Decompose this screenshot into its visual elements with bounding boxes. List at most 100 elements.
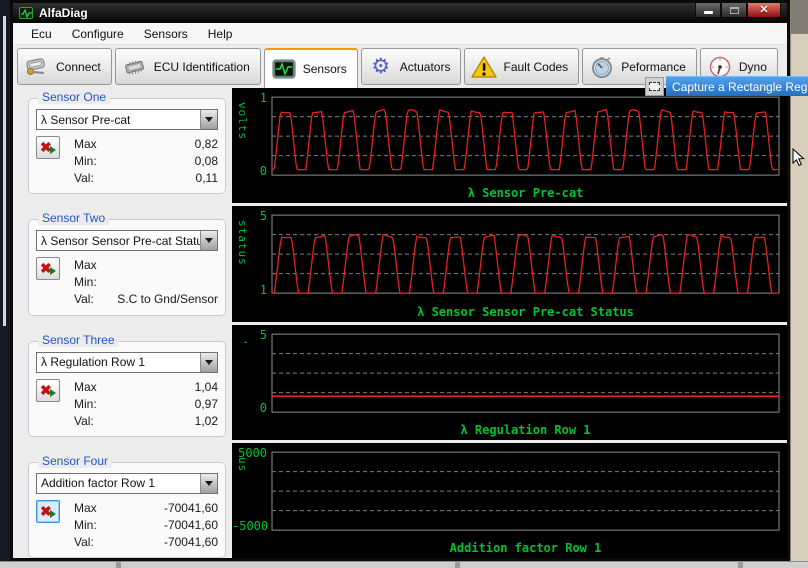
sensor-four-select[interactable]: Addition factor Row 1 — [36, 472, 218, 494]
mouse-cursor — [792, 148, 805, 167]
min-row: Min: 0,97 — [74, 396, 218, 411]
ecu-identification-label: ECU Identification — [153, 59, 250, 74]
max-value: -70041,60 — [163, 500, 218, 515]
chevron-down-icon[interactable] — [200, 231, 217, 251]
minimize-button[interactable] — [695, 3, 721, 18]
min-row: Min: -70041,60 — [74, 517, 218, 532]
actuators-label: Actuators — [399, 59, 451, 74]
min-value: 0,08 — [194, 154, 218, 168]
titlebar[interactable]: AlfaDiag ✕ — [13, 3, 787, 23]
reset-arrow-icon — [50, 509, 56, 518]
chart-lambda-regulation: 5 0 ' λ Regulation Row 1 — [232, 324, 787, 440]
menu-help[interactable]: Help — [198, 24, 243, 44]
actuators-button[interactable]: ⚙ Actuators — [360, 48, 462, 85]
reset-arrow-icon — [50, 267, 56, 276]
sensors-tab-active[interactable]: Sensors — [263, 48, 358, 88]
background-window-edge-left — [0, 0, 10, 568]
sensor-one-group: Sensor One λ Sensor Pre-cat ✖ Max 0,82 M… — [28, 90, 226, 195]
chart-title: λ Regulation Row 1 — [460, 422, 591, 437]
y-axis-label: status — [236, 220, 249, 266]
sensor-two-reset-button[interactable]: ✖ — [36, 257, 60, 281]
val-row: Val: S.C to Gnd/Sensor — [74, 292, 218, 307]
max-value: 0,82 — [194, 137, 218, 151]
chart-title: λ Sensor Sensor Pre-cat Status — [417, 304, 634, 319]
fault-codes-button[interactable]: Fault Codes — [464, 48, 580, 85]
sensor-one-title: Sensor One — [38, 90, 111, 104]
y-axis-label: ' — [236, 338, 249, 347]
minimize-icon — [703, 10, 713, 14]
chevron-down-icon[interactable] — [200, 110, 217, 129]
chart-lambda-sensor-status: 5 1 status λ Sensor Sensor Pre-cat Statu… — [232, 206, 787, 322]
sensor-column: Sensor One λ Sensor Pre-cat ✖ Max 0,82 M… — [28, 88, 226, 558]
sensor-two-group: Sensor Two λ Sensor Sensor Pre-cat Statu… — [28, 211, 226, 316]
sensor-three-title: Sensor Three — [38, 332, 119, 347]
max-row: Max 1,04 — [74, 379, 218, 394]
desktop: AlfaDiag ✕ Ecu Configure Sensors Help Co… — [0, 0, 808, 568]
sensors-tab-label: Sensors — [302, 62, 347, 76]
gear-icon: ⚙ — [371, 55, 391, 78]
chart-title: Addition factor Row 1 — [449, 541, 602, 555]
client-area: Sensor One λ Sensor Pre-cat ✖ Max 0,82 M… — [13, 88, 787, 558]
val-value: S.C to Gnd/Sensor — [117, 292, 218, 307]
dyno-label: Dyno — [738, 59, 767, 74]
val-row: Val: 1,02 — [74, 413, 218, 428]
reset-arrow-icon — [50, 388, 56, 397]
chevron-down-icon[interactable] — [200, 352, 217, 372]
stopwatch-icon — [589, 55, 615, 79]
menu-configure[interactable]: Configure — [62, 24, 134, 44]
capture-tooltip-label: Capture a Rectangle Regi — [666, 76, 808, 96]
sensor-four-title: Sensor Four — [38, 453, 113, 468]
val-value: -70041,60 — [163, 534, 218, 549]
connect-button[interactable]: Connect — [17, 48, 112, 85]
sensor-three-reset-button[interactable]: ✖ — [36, 378, 60, 402]
val-value: 0,11 — [195, 171, 218, 185]
capture-rectangle-icon[interactable] — [645, 76, 664, 96]
min-row: Min: — [74, 275, 97, 290]
chart-title: λ Sensor Pre-cat — [467, 186, 584, 201]
min-value: 0,97 — [194, 396, 218, 411]
chip-icon — [122, 55, 148, 79]
capture-tooltip: Capture a Rectangle Regi — [645, 76, 808, 96]
chevron-down-icon[interactable] — [200, 473, 217, 493]
connect-label: Connect — [56, 59, 101, 74]
sensor-three-select[interactable]: λ Regulation Row 1 — [36, 351, 218, 373]
reset-arrow-icon — [50, 146, 56, 154]
maximize-button[interactable] — [721, 3, 747, 18]
val-value: 1,02 — [194, 413, 218, 428]
background-window-edge-bottom — [0, 561, 808, 568]
maximize-icon — [729, 6, 739, 14]
ecu-identification-button[interactable]: ECU Identification — [114, 48, 261, 85]
y-axis-label: volts — [236, 102, 249, 141]
chart-lambda-sensor-pre-cat: 1 0 volts λ Sensor Pre-cat — [232, 88, 787, 204]
sensor-four-group: Sensor Four Addition factor Row 1 ✖ Max … — [28, 453, 226, 558]
sensor-two-title: Sensor Two — [38, 211, 110, 226]
sensor-two-select[interactable]: λ Sensor Sensor Pre-cat Status — [36, 230, 218, 252]
sensor-four-reset-button[interactable]: ✖ — [36, 499, 60, 523]
oscilloscope-icon — [271, 57, 297, 81]
close-icon: ✕ — [759, 3, 769, 16]
min-row: Min: 0,08 — [74, 154, 218, 168]
performance-label: Peformance — [621, 59, 686, 74]
fault-codes-label: Fault Codes — [503, 59, 569, 74]
val-row: Val: 0,11 — [74, 171, 218, 185]
sensor-three-group: Sensor Three λ Regulation Row 1 ✖ Max 1,… — [28, 332, 226, 437]
menu-ecu[interactable]: Ecu — [21, 24, 62, 44]
max-row: Max — [74, 258, 97, 273]
chart-addition-factor: 5000 -5000 us Addition factor Row 1 — [232, 442, 787, 558]
app-icon — [19, 7, 33, 19]
connector-icon — [24, 55, 50, 79]
min-value: -70041,60 — [163, 517, 218, 532]
gauge-icon — [707, 55, 733, 79]
max-row: Max 0,82 — [74, 137, 218, 151]
sensor-one-select[interactable]: λ Sensor Pre-cat — [36, 109, 218, 130]
val-row: Val: -70041,60 — [74, 534, 218, 549]
menu-sensors[interactable]: Sensors — [134, 24, 198, 44]
menubar: Ecu Configure Sensors Help — [13, 23, 787, 45]
sensor-one-reset-button[interactable]: ✖ — [36, 136, 60, 159]
y-axis-label: us — [236, 456, 249, 472]
window-title: AlfaDiag — [39, 6, 88, 20]
charts-column: 1 0 volts λ Sensor Pre-cat 5 1 status λ … — [232, 88, 787, 558]
max-row: Max -70041,60 — [74, 500, 218, 515]
close-button[interactable]: ✕ — [747, 3, 781, 18]
warning-icon — [471, 55, 498, 79]
